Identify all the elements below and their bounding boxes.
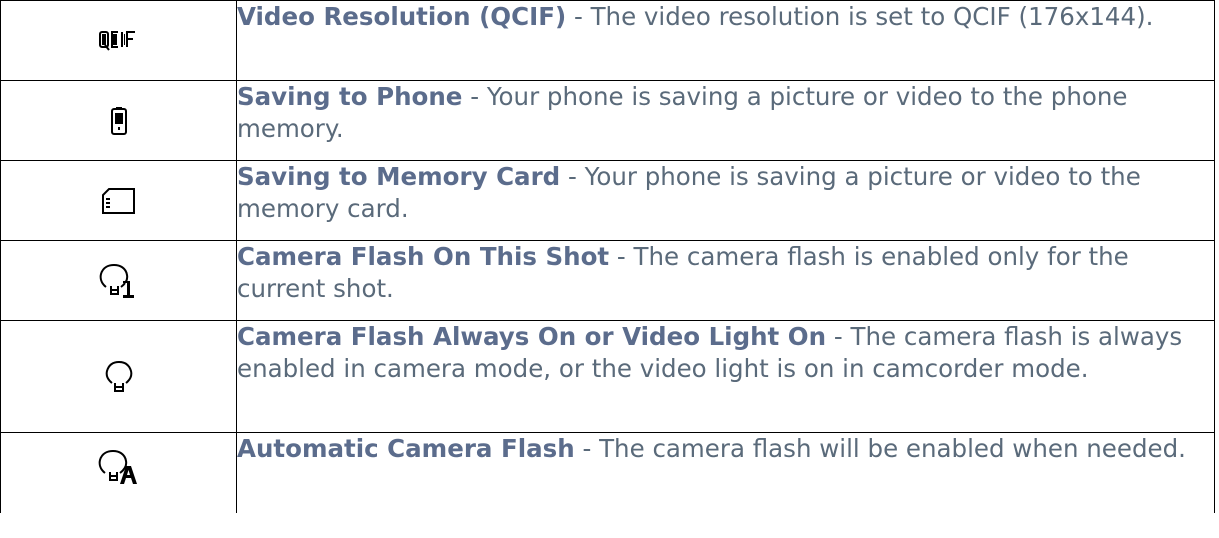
description-text: - The camera flash will be enabled when … [574,434,1186,463]
description-cell: Saving to Memory Card - Your phone is sa… [236,160,1215,241]
icon-cell [0,160,237,241]
status-icons-table: Video Resolution (QCIF) - The video reso… [0,0,1215,513]
table-row: Saving to Phone - Your phone is saving a… [0,80,1215,161]
description-cell: Camera Flash On This Shot - The camera f… [236,240,1215,321]
icon-cell [0,80,237,161]
term-label: Saving to Memory Card [237,162,561,191]
icon-cell [0,320,237,433]
term-label: Camera Flash Always On or Video Light On [237,322,827,351]
term-label: Camera Flash On This Shot [237,242,610,271]
table-row: Saving to Memory Card - Your phone is sa… [0,160,1215,241]
description-text: - The video resolution is set to QCIF (1… [566,2,1154,31]
icon-cell [0,432,237,513]
flash-this-shot-icon [99,263,134,298]
table-row: Automatic Camera Flash - The camera flas… [0,432,1215,513]
qcif-resolution-icon [98,30,135,51]
icon-cell [0,0,237,81]
term-label: Saving to Phone [237,82,463,111]
table-row: Camera Flash Always On or Video Light On… [0,320,1215,433]
table-row: Camera Flash On This Shot - The camera f… [0,240,1215,321]
description-cell: Camera Flash Always On or Video Light On… [236,320,1215,433]
term-label: Automatic Camera Flash [237,434,575,463]
description-cell: Automatic Camera Flash - The camera flas… [236,432,1215,513]
description-cell: Saving to Phone - Your phone is saving a… [236,80,1215,161]
flash-auto-icon [98,449,137,484]
memory-card-icon [101,187,135,214]
description-cell: Video Resolution (QCIF) - The video reso… [236,0,1215,81]
table-row: Video Resolution (QCIF) - The video reso… [0,0,1215,81]
icon-cell [0,240,237,321]
flash-always-on-icon [105,360,132,392]
term-label: Video Resolution (QCIF) [237,2,567,31]
phone-memory-icon [110,106,127,135]
